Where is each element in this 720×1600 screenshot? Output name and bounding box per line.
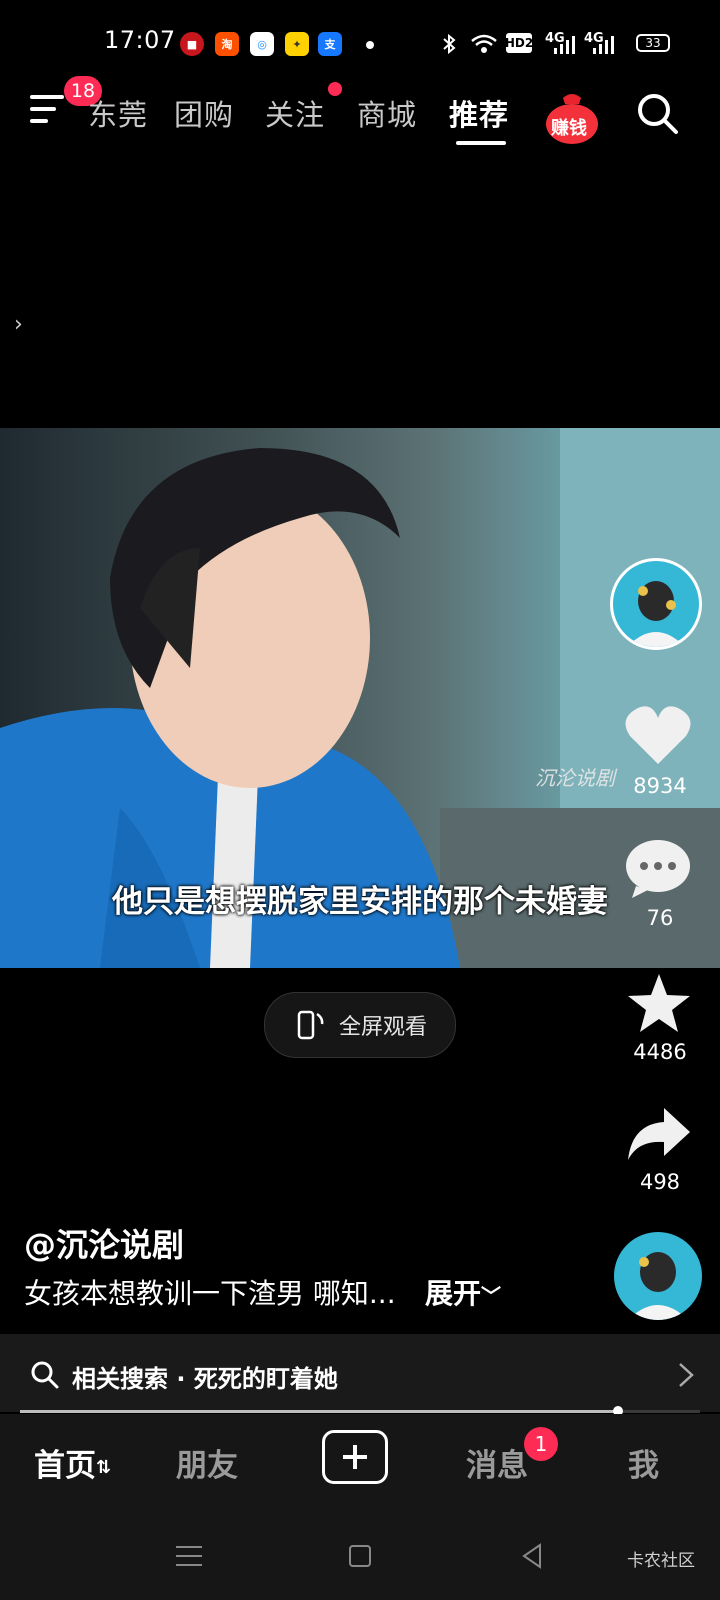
video-watermark: 沉沦说剧 [535,766,615,790]
messages-badge: 1 [524,1427,558,1461]
wifi-icon [471,34,497,53]
favorite-star-icon[interactable] [626,972,692,1034]
taobao-app-icon: 淘 [215,32,239,56]
tab-local[interactable]: 东莞 [88,92,148,134]
tab-messages[interactable]: 消息 [466,1440,528,1485]
tab-recommend[interactable]: 推荐 [449,92,509,134]
hd-voice-icon: HD2 [505,33,533,53]
chevron-right-icon[interactable] [676,1360,696,1390]
plus-icon [343,1445,367,1469]
tab-group-buy[interactable]: 团购 [174,92,234,134]
bank-app-icon: ■ [180,32,204,56]
tab-friends[interactable]: 朋友 [176,1440,238,1485]
like-count: 8934 [633,774,687,798]
rotate-screen-icon [297,1010,324,1040]
signal-bars-icon [554,36,575,54]
system-menu-icon[interactable] [176,1544,202,1568]
tab-home-label: 首页 [34,1448,96,1484]
chevron-down-icon: ﹀ [481,1284,502,1308]
share-count: 498 [639,1170,681,1194]
comment-icon[interactable] [624,838,692,900]
footer-watermark: 卡农社区 [627,1551,695,1571]
tab-me[interactable]: 我 [628,1440,659,1485]
expand-button[interactable]: 展开﹀ [425,1272,501,1312]
side-panel-arrow[interactable]: › [14,312,23,337]
video-progress-fill [20,1410,619,1413]
favorite-count: 4486 [633,1040,687,1064]
create-post-button[interactable] [322,1430,388,1484]
tab-home[interactable]: 首页⇅ [34,1440,111,1485]
earn-money-icon[interactable]: 赚钱 [545,90,599,144]
following-dot-icon [328,82,342,96]
disc-illustration [628,1252,688,1320]
fullscreen-label: 全屏观看 [338,1015,427,1040]
notification-dot-icon [366,41,374,49]
comment-count: 76 [646,906,674,930]
expand-label: 展开 [425,1277,482,1310]
fullscreen-button[interactable]: 全屏观看 [264,992,456,1058]
system-back-icon[interactable] [520,1542,544,1570]
system-home-icon[interactable] [348,1544,372,1568]
browser-app-icon: ◎ [250,32,274,56]
related-search-text[interactable]: 相关搜索 · 死死的盯着她 [72,1359,338,1394]
author-name[interactable]: @沉沦说剧 [24,1220,184,1266]
video-subtitle: 他只是想摆脱家里安排的那个未婚妻 [112,884,608,920]
share-arrow-icon[interactable] [626,1106,692,1162]
creator-avatar[interactable] [610,558,702,650]
battery-icon: 33 [636,34,670,52]
signal-bars-icon [593,36,614,54]
active-tab-indicator [456,141,506,145]
menu-icon[interactable] [30,94,66,124]
alipay-app-icon: 支 [318,32,342,56]
coupon-app-icon: ✦ [285,32,309,56]
bluetooth-icon [443,33,456,55]
refresh-arrows-icon: ⇅ [96,1457,112,1478]
video-description: 女孩本想教训一下渣男 哪知... [24,1277,396,1310]
like-heart-icon[interactable] [624,704,692,766]
search-icon [31,1361,59,1389]
tab-mall[interactable]: 商城 [357,92,417,134]
tab-following[interactable]: 关注 [265,92,325,134]
music-disc-avatar[interactable] [614,1232,702,1320]
earn-label: 赚钱 [551,118,587,139]
status-time: 17:07 [104,26,176,54]
search-icon[interactable] [636,92,680,136]
avatar-illustration [627,581,685,647]
